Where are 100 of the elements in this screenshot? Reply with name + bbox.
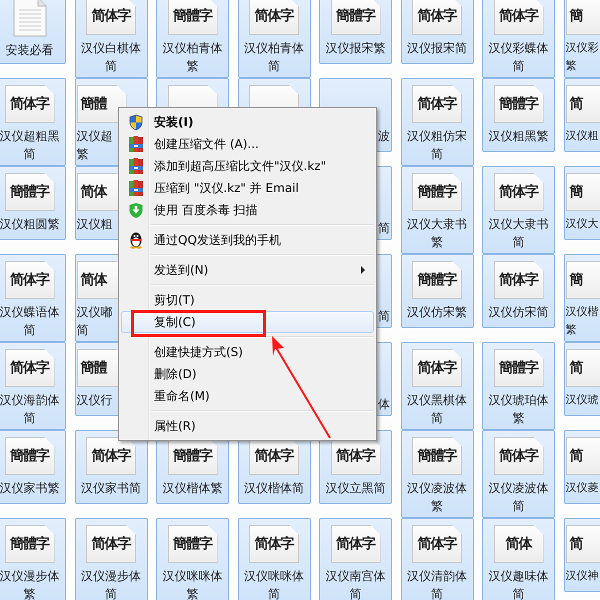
file-name: 汉仪清韵体 <box>407 568 467 585</box>
font-preview-text: 簡體字 <box>173 447 212 465</box>
file-name: 汉仪报宋繁 <box>326 40 386 57</box>
file-name: 汉仪粗黑繁 <box>488 128 548 145</box>
font-preview-text: 简体字 <box>254 447 294 465</box>
file-name: 汉仪彩蝶体 <box>488 40 548 57</box>
file-name: 汉仪大 <box>566 216 598 232</box>
font-preview-text: 简体字 <box>336 447 375 465</box>
file-name: 简 <box>268 58 280 75</box>
font-preview-text: 簡 <box>570 183 582 201</box>
file-name: 汉仪仿宋简 <box>488 304 548 321</box>
font-preview-text: 简体字 <box>10 359 49 377</box>
file-name: 繁 <box>512 410 524 427</box>
font-preview-text: 简体 <box>506 535 532 553</box>
font-preview-text: 简体字 <box>418 7 456 25</box>
file-name: 汉仪立黑简 <box>326 480 386 497</box>
file-name: 汉仪仿宋繁 <box>407 304 467 321</box>
file-name: 汉仪咪咪体 <box>162 568 222 585</box>
file-name: 汉仪嘟 <box>76 304 112 321</box>
font-preview-text: 簡體 <box>80 95 106 113</box>
font-preview-text: 简体字 <box>418 535 456 553</box>
file-name: 汉仪楷体繁 <box>162 480 222 497</box>
font-preview-text: 簡體字 <box>10 447 49 465</box>
file-name: 汉仪凌波体 <box>407 480 467 497</box>
font-preview-text: 简 <box>570 95 582 113</box>
file-name: 汉仪超 <box>76 128 112 145</box>
file-name: 简 <box>24 322 36 339</box>
file-name: 简 <box>350 586 362 600</box>
file-name: 汉仪琥珀体 <box>488 392 548 409</box>
file-name: 简 <box>512 58 524 75</box>
file-name: 汉仪漫步体 <box>81 568 141 585</box>
file-name: 繁 <box>76 146 88 163</box>
font-preview-text: 简 <box>570 359 582 377</box>
file-name: 简 <box>431 146 443 163</box>
file-name: 汉仪彩 <box>566 40 598 56</box>
file-name: 简 <box>431 410 443 427</box>
file-name: 安装必看 <box>6 42 54 59</box>
file-name: 汉仪楷 <box>566 304 598 320</box>
file-name: 汉仪菱 <box>566 480 598 496</box>
file-name: 繁 <box>186 58 198 75</box>
file-name: 简 <box>512 234 524 251</box>
file-name: 简 <box>512 586 524 600</box>
font-preview-text: 简体字 <box>499 183 538 201</box>
font-preview-text: 简体 <box>80 183 106 201</box>
file-name: 汉仪报宋简 <box>407 40 467 57</box>
font-preview-text: 简体字 <box>10 95 49 113</box>
file-name: 汉仪琥 <box>566 392 598 408</box>
file-name: 汉仪趣味体 <box>488 568 548 585</box>
file-name: 简 <box>268 586 280 600</box>
file-name: 汉仪神 <box>566 568 598 584</box>
font-preview-text: 简体字 <box>92 535 130 553</box>
file-name: 汉仪粗 <box>566 128 598 144</box>
font-preview-text: 簡 <box>570 7 582 25</box>
file-name: 简 <box>431 586 443 600</box>
file-name: 简 <box>24 146 36 163</box>
font-preview-text: 简体字 <box>10 271 49 289</box>
file-name: 波 <box>378 128 390 145</box>
file-name: 汉仪蝶语体 <box>0 304 60 321</box>
file-name: 汉仪凌波体 <box>488 480 548 497</box>
file-name: 繁 <box>431 498 443 515</box>
font-preview-text: 简体字 <box>336 535 375 553</box>
font-preview-text: 简体字 <box>418 95 456 113</box>
file-name: 汉仪白棋体 <box>81 40 141 57</box>
font-preview-text: 簡體字 <box>10 183 49 201</box>
file-name: 汉仪粗 <box>76 216 112 233</box>
file-name: 汉仪家书繁 <box>0 480 60 497</box>
file-name: 简 <box>76 322 88 339</box>
file-name: 繁 <box>431 234 443 251</box>
file-name: 简 <box>105 586 117 600</box>
file-name: 体 <box>378 396 390 413</box>
font-preview-text: 簡體字 <box>499 95 538 113</box>
font-preview-text: 簡體字 <box>173 7 212 25</box>
font-preview-text: 簡體字 <box>418 183 456 201</box>
file-name: 汉仪咪咪体 <box>244 568 304 585</box>
file-name: 汉仪大隶书 <box>488 216 548 233</box>
file-name: 汉仪行 <box>76 392 112 409</box>
file-name: 汉仪海韵体 <box>0 392 60 409</box>
font-preview-text: 简体字 <box>418 359 456 377</box>
file-name: 简 <box>512 498 524 515</box>
font-preview-text: 簡 <box>570 271 582 289</box>
file-name: 汉仪粗仿宋 <box>407 128 467 145</box>
file-name: 简 <box>378 308 390 325</box>
file-name: 汉仪南宫体 <box>326 568 386 585</box>
font-preview-text: 简体字 <box>254 7 294 25</box>
font-preview-text: 簡體字 <box>10 535 49 553</box>
font-preview-text: 简 <box>570 535 582 553</box>
font-preview-text: 简体字 <box>499 7 538 25</box>
font-preview-text: 简 <box>570 447 582 465</box>
file-name: 简 <box>105 58 117 75</box>
font-preview-text: 簡體字 <box>418 447 456 465</box>
file-name: 繁 <box>566 322 576 338</box>
file-name: 汉仪柏青体 <box>162 40 222 57</box>
file-name: 繁 <box>186 586 198 600</box>
font-preview-text: 簡體 <box>80 359 106 377</box>
font-preview-text: 简体字 <box>92 7 130 25</box>
font-preview-text: 簡體字 <box>173 535 212 553</box>
file-name: 汉仪大隶书 <box>407 216 467 233</box>
file-name: 汉仪楷体简 <box>244 480 304 497</box>
file-name: 简 <box>24 410 36 427</box>
font-preview-text: 簡體字 <box>336 7 375 25</box>
